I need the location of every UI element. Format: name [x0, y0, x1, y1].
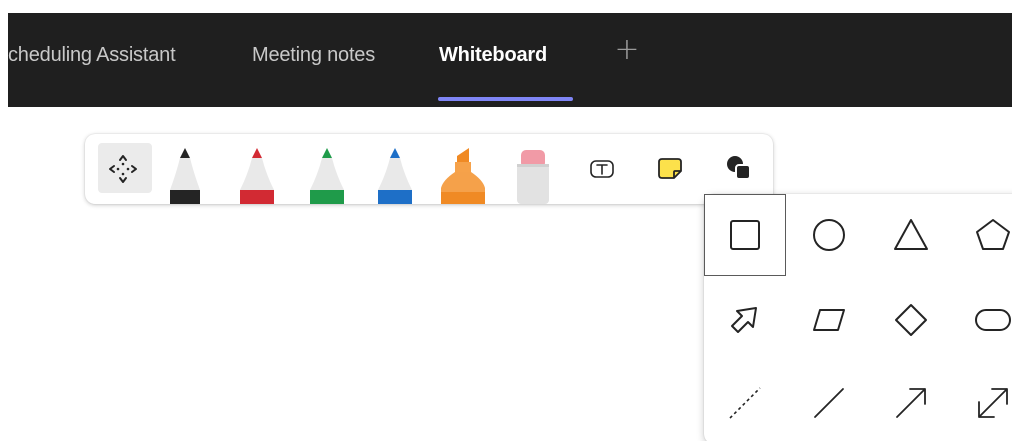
black-pen-button[interactable] — [155, 134, 215, 204]
diamond-icon — [895, 304, 927, 336]
circle-icon — [813, 219, 845, 251]
pentagon-icon — [976, 219, 1010, 250]
sticky-note-button[interactable] — [641, 134, 701, 204]
shape-arrow-line-button[interactable] — [870, 362, 952, 441]
triangle-icon — [894, 219, 928, 250]
shape-line-button[interactable] — [788, 362, 870, 441]
arrow-line-icon — [896, 388, 926, 418]
ellipse-icon — [975, 309, 1011, 331]
blue-pen-icon — [378, 148, 412, 204]
move-icon — [109, 155, 137, 183]
shape-arrow-button[interactable] — [704, 278, 786, 360]
square-icon — [730, 220, 760, 250]
green-pen-icon — [310, 148, 344, 204]
shape-triangle-button[interactable] — [870, 194, 952, 276]
text-tool-button[interactable] — [573, 134, 633, 204]
shape-dashed-line-button[interactable] — [704, 362, 786, 441]
dashed-line-icon — [729, 387, 761, 419]
highlighter-icon — [441, 148, 485, 204]
red-pen-icon — [240, 148, 274, 204]
whiteboard-toolbar — [85, 134, 773, 204]
parallelogram-icon — [813, 309, 845, 331]
black-pen-icon — [170, 148, 200, 204]
shape-diamond-button[interactable] — [870, 278, 952, 360]
top-tab-bar: cheduling Assistant Meeting notes Whiteb… — [8, 13, 1012, 107]
tab-whiteboard[interactable]: Whiteboard — [439, 44, 547, 67]
shape-circle-button[interactable] — [788, 194, 870, 276]
double-arrow-line-icon — [978, 388, 1008, 418]
shape-pentagon-button[interactable] — [952, 194, 1012, 276]
arrow-shape-icon — [731, 307, 757, 333]
active-tab-indicator — [438, 97, 573, 101]
add-tab-button[interactable]: + — [612, 35, 642, 65]
eraser-icon — [517, 150, 549, 204]
shape-parallelogram-button[interactable] — [788, 278, 870, 360]
line-icon — [814, 388, 844, 418]
move-tool-button[interactable] — [89, 134, 152, 204]
highlighter-button[interactable] — [433, 134, 493, 204]
red-pen-button[interactable] — [227, 134, 287, 204]
green-pen-button[interactable] — [297, 134, 357, 204]
text-icon — [590, 160, 614, 178]
shapes-panel — [704, 194, 1012, 441]
shape-square-button[interactable] — [704, 194, 786, 276]
sticky-note-icon — [658, 158, 682, 179]
blue-pen-button[interactable] — [365, 134, 425, 204]
shape-ellipse-button[interactable] — [952, 278, 1012, 360]
eraser-button[interactable] — [503, 134, 563, 204]
tab-meeting-notes[interactable]: Meeting notes — [252, 44, 375, 67]
shape-double-arrow-line-button[interactable] — [952, 362, 1012, 441]
tab-scheduling-assistant[interactable]: cheduling Assistant — [8, 44, 176, 67]
